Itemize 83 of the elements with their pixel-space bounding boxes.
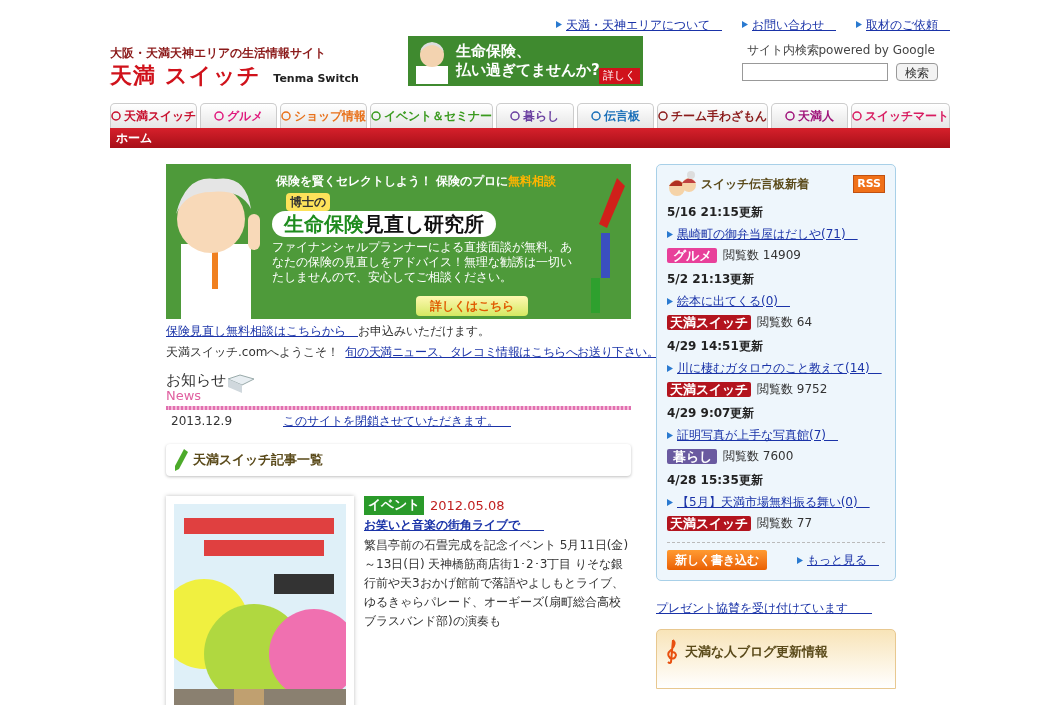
site-logo[interactable]: 天満 スイッチ bbox=[110, 62, 262, 90]
nav-tab[interactable]: 暮らし bbox=[496, 103, 574, 128]
category-tag: 暮らし bbox=[667, 448, 717, 464]
tab-icon bbox=[590, 110, 601, 122]
people-icon bbox=[667, 171, 699, 197]
arrow-icon bbox=[797, 556, 803, 564]
tab-icon bbox=[111, 110, 121, 122]
category-tag: 天満スイッチ bbox=[667, 515, 751, 531]
update-time: 4/29 9:07更新 bbox=[667, 405, 756, 422]
post-link[interactable]: 証明写真が上手な写真館(7) bbox=[677, 428, 838, 442]
news-subheading: News bbox=[166, 389, 203, 403]
update-time: 5/16 21:15更新 bbox=[667, 204, 764, 221]
arrow-icon bbox=[742, 21, 748, 28]
update-time: 4/28 15:35更新 bbox=[667, 472, 764, 489]
update-time: 4/29 14:51更新 bbox=[667, 338, 764, 355]
view-count: 閲覧数 77 bbox=[757, 515, 813, 532]
treble-clef-icon bbox=[665, 638, 679, 664]
arrow-icon bbox=[667, 365, 673, 372]
ad-banner[interactable]: 生命保険、 払い過ぎてませんか? 詳しく bbox=[408, 36, 643, 86]
view-count: 閲覧数 9752 bbox=[757, 381, 828, 398]
category-tag: 天満スイッチ bbox=[667, 314, 751, 330]
insurance-banner[interactable]: 保険を賢くセレクトしよう！ 保険のプロに無料相談 博士の 生命保険見直し研究所 ファイナンシャルプランナーによる直接面談が無料。あなたの保険の見直しをアドバイス！無理な勧誘は一切いたしませんので、安心してご相談ください。 詳しくはこちら bbox=[166, 164, 631, 319]
site-subtitle: Tenma Switch bbox=[273, 70, 359, 87]
intro-link[interactable]: 保険見直し無料相談はこちらから bbox=[166, 322, 358, 340]
post-link[interactable]: 絵本に出てくる(0) bbox=[677, 294, 790, 308]
article-date: 2012.05.08 bbox=[430, 497, 505, 515]
tab-icon bbox=[214, 110, 225, 122]
category-tag: イベント bbox=[364, 496, 424, 516]
view-count: 閲覧数 14909 bbox=[723, 247, 801, 264]
post-link[interactable]: 川に棲むガタロウのこと教えて(14) bbox=[677, 361, 882, 375]
nav-tab[interactable]: グルメ bbox=[200, 103, 278, 128]
search-label: サイト内検索powered by Google bbox=[746, 42, 935, 59]
book-icon bbox=[226, 373, 256, 395]
banner-headline: 生命保険、 bbox=[456, 42, 532, 61]
arrow-icon bbox=[667, 231, 673, 238]
category-tag: グルメ bbox=[667, 247, 717, 263]
update-time: 5/2 21:13更新 bbox=[667, 271, 756, 288]
news-link[interactable]: このサイトを閉鎖させていただきます。 bbox=[283, 412, 511, 430]
banner-title: 生命保険見直し研究所 bbox=[272, 211, 496, 237]
view-count: 閲覧数 7600 bbox=[723, 448, 794, 465]
intro-link[interactable]: 旬の天満ニュース、タレコミ情報はこちらへお送り下さい。 bbox=[345, 343, 659, 361]
top-link[interactable]: 取材のご依頼 bbox=[866, 15, 950, 34]
nav-tab[interactable]: 天満人 bbox=[770, 103, 848, 128]
panel-title: 天満な人ブログ更新情報 bbox=[685, 643, 828, 661]
search-button[interactable]: 検索 bbox=[896, 63, 938, 81]
nav-tab[interactable]: スイッチマート bbox=[851, 103, 950, 128]
top-link[interactable]: お問い合わせ bbox=[752, 15, 836, 34]
tab-icon bbox=[510, 110, 521, 122]
pencil-icon bbox=[174, 449, 188, 471]
more-link[interactable]: もっと見る bbox=[807, 551, 879, 569]
banner-description: ファイナンシャルプランナーによる直接面談が無料。あなたの保険の見直しをアドバイス！無理な勧誘は一切いたしませんので、安心してご相談ください。 bbox=[272, 240, 572, 285]
arrow-icon bbox=[856, 21, 862, 28]
news-date: 2013.12.9 bbox=[170, 413, 234, 430]
arrow-icon bbox=[667, 298, 673, 305]
news-heading: お知らせ bbox=[166, 372, 226, 389]
banner-badge: 博士の bbox=[286, 193, 330, 211]
breadcrumb-bar: ホーム bbox=[110, 128, 950, 148]
intro-text: お申込みいただけます。 bbox=[358, 323, 490, 340]
tab-icon bbox=[281, 110, 292, 122]
nav-tab[interactable]: 天満スイッチ bbox=[110, 103, 197, 128]
panel-title: スイッチ伝言板新着 bbox=[701, 176, 809, 193]
post-link[interactable]: 黒崎町の御弁当屋はだしや(71) bbox=[677, 227, 858, 241]
site-tagline: 大阪・天満天神エリアの生活情報サイト bbox=[110, 45, 327, 62]
intro-text: 天満スイッチ.comへようこそ！ bbox=[166, 344, 340, 361]
tab-icon bbox=[784, 110, 795, 122]
tab-icon bbox=[852, 110, 862, 122]
arrow-icon bbox=[667, 499, 673, 506]
arrow-icon bbox=[556, 21, 562, 28]
present-link[interactable]: プレゼント協賛を受け付けています bbox=[656, 599, 896, 617]
category-tag: 天満スイッチ bbox=[667, 381, 751, 397]
banner-details-button[interactable]: 詳しく bbox=[599, 67, 640, 84]
article-title[interactable]: お笑いと音楽の街角ライブで bbox=[364, 515, 631, 534]
banner-tagline: 保険を賢くセレクトしよう！ 保険のプロに無料相談 bbox=[276, 173, 558, 190]
banner-headline: 払い過ぎてませんか? bbox=[456, 61, 600, 80]
section-heading: 天満スイッチ記事一覧 bbox=[193, 451, 323, 470]
tab-icon bbox=[371, 110, 382, 122]
post-link[interactable]: 【5月】天満市場無料振る舞い(0) bbox=[677, 495, 870, 509]
nav-tab[interactable]: 伝言板 bbox=[576, 103, 654, 128]
search-field[interactable] bbox=[742, 63, 888, 81]
tab-icon bbox=[657, 110, 668, 122]
top-link[interactable]: 天満・天神エリアについて bbox=[566, 15, 722, 34]
arrow-icon bbox=[667, 432, 673, 439]
nav-tab[interactable]: チーム手わざもん bbox=[656, 103, 768, 128]
